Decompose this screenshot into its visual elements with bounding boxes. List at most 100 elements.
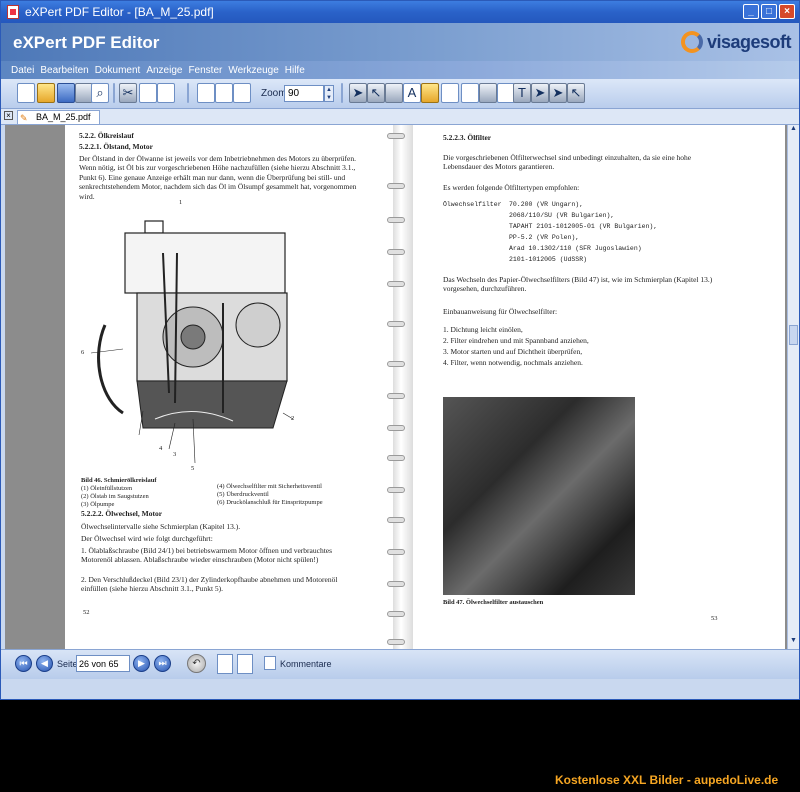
- paragraph: Das Wechseln des Papier-Ölwechselfilters…: [443, 275, 713, 294]
- comments-label[interactable]: Kommentare: [280, 659, 332, 669]
- previous-page-icon[interactable]: ◀: [36, 655, 53, 672]
- paste-icon[interactable]: [157, 83, 175, 103]
- filter-type: 2068/110/SU (VR Bulgarien),: [509, 212, 615, 219]
- zoom-label: Zoom: [261, 88, 287, 99]
- figure-caption-item: (6) Druckölanschluß für Einspritzpumpe: [217, 499, 323, 506]
- single-page-icon[interactable]: [197, 83, 215, 103]
- menu-hilfe[interactable]: Hilfe: [285, 65, 305, 76]
- binder-ring: [387, 455, 405, 461]
- watermark-text: Kostenlose XXL Bilder - aupedoLive.de: [555, 773, 779, 787]
- new-document-icon[interactable]: [17, 83, 35, 103]
- list-item: 1. Dichtung leicht einölen,: [443, 325, 523, 334]
- binding-spine: [393, 125, 413, 649]
- paragraph: Der Ölwechsel wird wie folgt durchgeführ…: [81, 534, 213, 543]
- filter-type: TAPAHT 2101-1012005-01 (VR Bulgarien),: [509, 223, 658, 230]
- fit-page-icon[interactable]: [233, 83, 251, 103]
- next-page-icon[interactable]: ▶: [133, 655, 150, 672]
- document-viewport[interactable]: 5.2.2. Ölkreislauf 5.2.2.1. Ölstand, Mot…: [5, 125, 787, 649]
- callout-number: 4: [159, 445, 163, 452]
- figure-caption-title: Bild 47. Ölwechselfilter austauschen: [443, 599, 544, 606]
- menu-anzeige[interactable]: Anzeige: [146, 65, 182, 76]
- select-object-icon[interactable]: ↖: [367, 83, 385, 103]
- paragraph: Es werden folgende Ölfiltertypen empfohl…: [443, 183, 580, 192]
- select-arrow-icon[interactable]: ➤: [349, 83, 367, 103]
- tab-label: BA_M_25.pdf: [36, 112, 91, 122]
- document-tab-bar: × ✎ BA_M_25.pdf: [1, 109, 799, 125]
- tab-document[interactable]: ✎ BA_M_25.pdf: [17, 110, 100, 124]
- binder-ring: [387, 361, 405, 367]
- filter-type: Arad 10.1302/110 (SFR Jugoslawien): [509, 245, 642, 252]
- menu-werkzeuge[interactable]: Werkzeuge: [228, 65, 278, 76]
- filter-type: 2101-1012005 (UdSSR): [509, 256, 588, 263]
- back-icon[interactable]: ↶: [187, 654, 206, 673]
- binder-ring: [387, 517, 405, 523]
- menu-bearbeiten[interactable]: Bearbeiten: [40, 65, 88, 76]
- two-page-icon[interactable]: [215, 83, 233, 103]
- arrow-tool-icon[interactable]: ↖: [567, 83, 585, 103]
- tab-close-icon[interactable]: ×: [4, 111, 13, 120]
- page-number-input[interactable]: [76, 655, 130, 672]
- close-button[interactable]: ×: [779, 4, 795, 19]
- form-field-icon[interactable]: [441, 83, 459, 103]
- text-tool-icon[interactable]: A: [403, 83, 421, 103]
- pdf-file-icon: ✎: [20, 113, 28, 123]
- scroll-thumb[interactable]: [789, 325, 798, 345]
- app-title: eXPert PDF Editor: [13, 33, 160, 52]
- link-tool-icon[interactable]: ➤: [531, 83, 549, 103]
- menu-dokument[interactable]: Dokument: [95, 65, 141, 76]
- zoom-input[interactable]: [284, 85, 324, 102]
- paragraph: Einbauanweisung für Ölwechselfilter:: [443, 307, 558, 316]
- paragraph: Die vorgeschriebenen Ölfilterwechsel sin…: [443, 153, 692, 172]
- pdf-app-icon: [7, 5, 19, 19]
- zoom-spinner[interactable]: ▲ ▼: [324, 85, 334, 102]
- copy-icon[interactable]: [139, 83, 157, 103]
- section-heading: 5.2.2.3. Ölfilter: [443, 133, 492, 142]
- figure-caption-title: Bild 46. Schmierölkreislauf: [81, 477, 157, 484]
- scroll-up-icon[interactable]: ▲: [788, 125, 799, 137]
- binder-ring: [387, 321, 405, 327]
- filter-type: 70.200 (VR Ungarn),: [509, 201, 584, 208]
- callout-number: 1: [179, 199, 183, 206]
- continuous-view-icon[interactable]: [237, 654, 253, 674]
- preview-icon[interactable]: ⌕: [91, 83, 109, 103]
- page-number: 53: [711, 615, 718, 622]
- list-item: 3. Motor starten und auf Dichtheit überp…: [443, 347, 583, 356]
- scroll-down-icon[interactable]: ▼: [788, 637, 799, 649]
- pencil-icon[interactable]: [479, 83, 497, 103]
- menu-datei[interactable]: Datei: [11, 65, 34, 76]
- toolbar: ⌕ ✂ ➤ ↖ A T ➤ ➤ ↖: [1, 79, 799, 109]
- page-label: Seite: [57, 659, 78, 669]
- toolbar-separator: [187, 83, 189, 103]
- first-page-icon[interactable]: ⏮: [15, 655, 32, 672]
- minimize-button[interactable]: _: [743, 4, 759, 19]
- comment-icon[interactable]: [461, 83, 479, 103]
- comments-icon[interactable]: [264, 656, 276, 670]
- app-header: eXPert PDF Editor visagesoft: [1, 23, 799, 61]
- callout-number: 6: [81, 349, 85, 356]
- callout-number: 2: [291, 415, 295, 422]
- title-bar[interactable]: eXPert PDF Editor - [BA_M_25.pdf] _ □ ×: [1, 1, 799, 23]
- snapshot-icon[interactable]: [385, 83, 403, 103]
- paragraph: Der Ölstand in der Ölwanne ist jeweils v…: [79, 154, 357, 201]
- figure-caption-item: (4) Ölwechselfilter mit Sicherheitsventi…: [217, 483, 322, 490]
- figure-caption-item: (1) Öleinfüllstutzen: [81, 485, 133, 492]
- pointer-tool-icon[interactable]: ➤: [549, 83, 567, 103]
- cut-icon[interactable]: ✂: [119, 83, 137, 103]
- open-folder-icon[interactable]: [37, 83, 55, 103]
- filter-type: PP-5.2 (VR Polen),: [509, 234, 580, 241]
- binder-ring: [387, 487, 405, 493]
- last-page-icon[interactable]: ⏭: [154, 655, 171, 672]
- menu-bar: Datei Bearbeiten Dokument Anzeige Fenste…: [1, 61, 799, 79]
- note-tool-icon[interactable]: [421, 83, 439, 103]
- save-icon[interactable]: [57, 83, 75, 103]
- single-page-view-icon[interactable]: [217, 654, 233, 674]
- list-item: 1. Ölablaßschraube (Bild 24/1) bei betri…: [81, 546, 333, 565]
- menu-fenster[interactable]: Fenster: [188, 65, 222, 76]
- maximize-button[interactable]: □: [761, 4, 777, 19]
- app-window: eXPert PDF Editor - [BA_M_25.pdf] _ □ × …: [0, 0, 800, 700]
- typewriter-icon[interactable]: T: [513, 83, 531, 103]
- toolbar-separator: [113, 83, 115, 103]
- binder-ring: [387, 549, 405, 555]
- pdf-page-spread: 5.2.2. Ölkreislauf 5.2.2.1. Ölstand, Mot…: [65, 125, 785, 649]
- vertical-scrollbar[interactable]: ▲ ▼: [787, 125, 799, 649]
